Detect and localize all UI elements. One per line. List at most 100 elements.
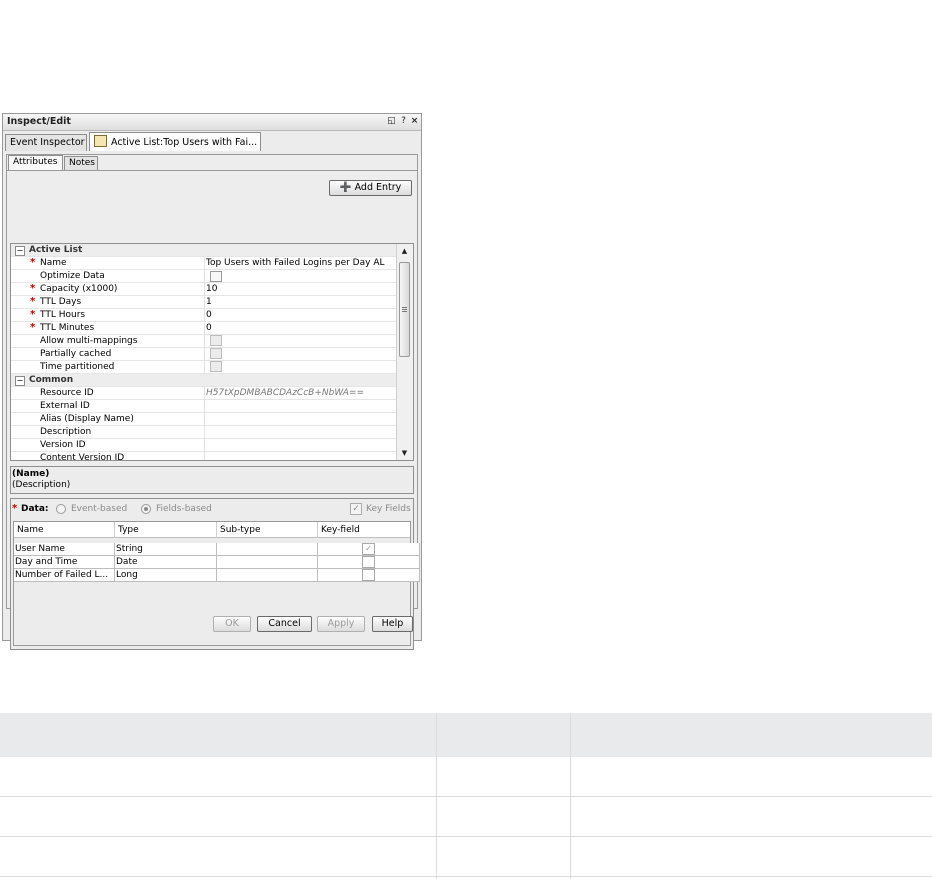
row-key: TTL Hours (40, 310, 86, 320)
undock-icon[interactable]: ◱ (386, 115, 397, 127)
table-header-row (0, 713, 932, 757)
grid-row[interactable]: Alias (Display Name) (11, 413, 399, 426)
table-cell-name[interactable]: Day and Time (14, 556, 115, 569)
panel-title-bar: Inspect/Edit ◱ ? × (3, 114, 421, 131)
event-based-radio[interactable] (56, 504, 66, 514)
ttl-days-value[interactable]: 1 (206, 297, 212, 307)
key-field-checkbox[interactable] (362, 569, 375, 581)
key-field-checkbox[interactable] (362, 556, 375, 568)
grid-row[interactable]: * TTL Minutes 0 (11, 322, 399, 335)
column-header-name[interactable]: Name (14, 522, 115, 538)
partially-cached-checkbox[interactable] (210, 348, 222, 359)
allow-multi-mappings-checkbox[interactable] (210, 335, 222, 346)
name-value[interactable]: Top Users with Failed Logins per Day AL (206, 258, 385, 268)
category-active-list[interactable]: − Active List (11, 244, 399, 257)
column-header-subtype[interactable]: Sub-type (217, 522, 318, 538)
panel-title: Inspect/Edit (7, 116, 71, 127)
table-cell-type[interactable]: Long (115, 569, 217, 582)
column-divider (204, 452, 205, 460)
grid-row[interactable]: Optimize Data (11, 270, 399, 283)
column-divider (204, 257, 205, 270)
grid-row[interactable]: Description (11, 426, 399, 439)
column-divider (204, 348, 205, 361)
tab-attributes[interactable]: Attributes (8, 155, 63, 171)
optimize-data-checkbox[interactable] (210, 271, 222, 282)
scroll-down-icon[interactable]: ▼ (400, 449, 409, 458)
tab-divider (7, 170, 417, 171)
scroll-thumb[interactable] (399, 262, 410, 357)
apply-button[interactable]: Apply (317, 616, 365, 632)
tab-label: Notes (69, 158, 95, 168)
collapse-icon[interactable]: − (15, 376, 25, 386)
table-cell-subtype[interactable] (217, 543, 318, 556)
table-cell-type[interactable]: Date (115, 556, 217, 569)
grid-row[interactable]: Allow multi-mappings (11, 335, 399, 348)
tab-event-inspector[interactable]: Event Inspector (5, 134, 87, 151)
row-key: Time partitioned (40, 362, 115, 372)
grid-row[interactable]: Resource ID H57tXpDMBABCDAzCcB+NbWA== (11, 387, 399, 400)
tab-active-list[interactable]: Active List:Top Users with Fai... (89, 132, 261, 151)
capacity-value[interactable]: 10 (206, 284, 217, 294)
grid-row[interactable]: Content Version ID (11, 452, 399, 460)
grid-row[interactable]: * TTL Days 1 (11, 296, 399, 309)
table-cell-type[interactable]: String (115, 543, 217, 556)
description-title: (Name) (12, 469, 50, 479)
add-icon: ➕ (339, 182, 352, 193)
collapse-icon[interactable]: − (15, 246, 25, 256)
grid-row[interactable]: Version ID (11, 439, 399, 452)
row-key: Resource ID (40, 388, 94, 398)
row-key: Description (40, 427, 92, 437)
close-icon[interactable]: × (409, 115, 420, 127)
add-entry-button[interactable]: ➕ Add Entry (329, 180, 412, 196)
key-fields-label: Key Fields (366, 504, 411, 514)
ttl-hours-value[interactable]: 0 (206, 310, 212, 320)
table-row (0, 757, 932, 797)
active-list-icon (94, 135, 107, 147)
column-header-key-field[interactable]: Key-field (318, 522, 410, 538)
grid-row[interactable]: External ID (11, 400, 399, 413)
table-cell-name[interactable]: User Name (14, 543, 115, 556)
scroll-up-icon[interactable]: ▲ (400, 247, 409, 256)
grid-row[interactable]: * Capacity (x1000) 10 (11, 283, 399, 296)
column-divider (204, 439, 205, 452)
row-key: Allow multi-mappings (40, 336, 138, 346)
tab-label: Attributes (13, 157, 58, 167)
ttl-minutes-value[interactable]: 0 (206, 323, 212, 333)
required-marker: * (30, 296, 36, 307)
column-header-type[interactable]: Type (115, 522, 217, 538)
active-list-editor: Attributes Notes ➕ Add Entry − Active Li… (6, 154, 420, 650)
column-divider (204, 387, 205, 400)
grid-scrollbar[interactable]: ▲ ▼ (396, 244, 413, 460)
key-fields-checkbox[interactable]: ✓ (350, 503, 362, 515)
fields-based-radio[interactable] (141, 504, 151, 514)
table-cell-subtype[interactable] (217, 556, 318, 569)
resource-id-value: H57tXpDMBABCDAzCcB+NbWA== (206, 388, 365, 398)
tab-label: Event Inspector (10, 137, 85, 148)
grid-row[interactable]: Partially cached (11, 348, 399, 361)
help-icon[interactable]: ? (398, 115, 409, 127)
column-divider (204, 283, 205, 296)
table-cell-key-field[interactable] (318, 556, 420, 569)
ok-button[interactable]: OK (213, 616, 251, 632)
grid-row[interactable]: * Name Top Users with Failed Logins per … (11, 257, 399, 270)
key-field-checkbox[interactable]: ✓ (362, 543, 375, 555)
grid-row[interactable]: * TTL Hours 0 (11, 309, 399, 322)
cancel-button[interactable]: Cancel (257, 616, 312, 632)
time-partitioned-checkbox[interactable] (210, 361, 222, 372)
column-divider (204, 361, 205, 374)
table-cell-name[interactable]: Number of Failed L... (14, 569, 115, 582)
row-key: Partially cached (40, 349, 112, 359)
column-divider (204, 322, 205, 335)
column-divider (204, 335, 205, 348)
table-cell-subtype[interactable] (217, 569, 318, 582)
category-label: Active List (29, 245, 83, 255)
table-cell-key-field[interactable] (318, 569, 420, 582)
tab-notes[interactable]: Notes (64, 156, 98, 171)
help-button[interactable]: Help (372, 616, 413, 632)
grid-row[interactable]: Time partitioned (11, 361, 399, 374)
description-text: (Description) (12, 480, 71, 490)
row-key: TTL Minutes (40, 323, 95, 333)
category-common[interactable]: − Common (11, 374, 399, 387)
table-cell-key-field[interactable]: ✓ (318, 543, 420, 556)
column-divider (204, 296, 205, 309)
